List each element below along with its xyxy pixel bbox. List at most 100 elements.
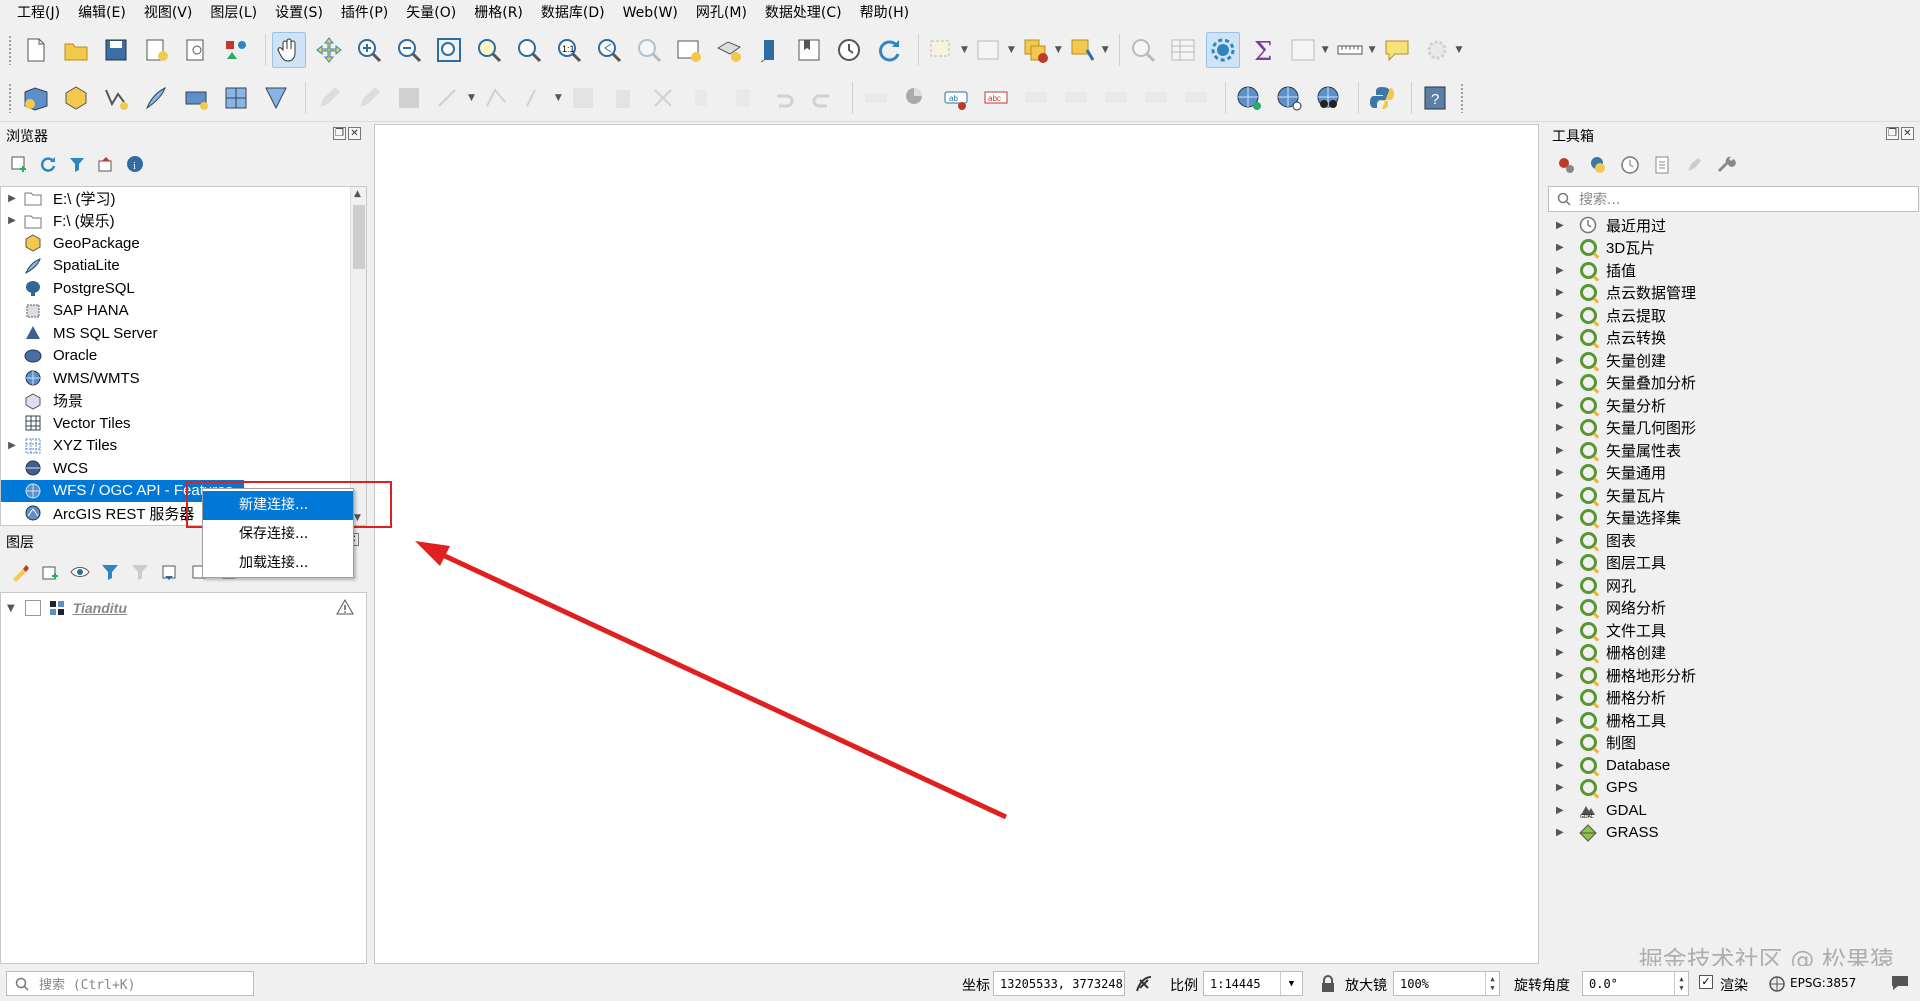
toggle-editing-icon[interactable] [352, 80, 386, 116]
layer-visibility-checkbox[interactable] [24, 600, 41, 616]
toolbox-group[interactable]: ▶ 点云转换 [1548, 327, 1920, 350]
new-spatialite-layer-icon[interactable] [139, 80, 173, 116]
menu-item[interactable]: 插件(P) [332, 0, 397, 26]
zoom-out-icon[interactable] [392, 32, 426, 68]
menu-item[interactable]: 帮助(H) [851, 0, 918, 26]
toolbox-group[interactable]: ▶ 栅格分析 [1548, 687, 1920, 710]
context-menu-item[interactable]: 加载连接... [203, 549, 353, 578]
menu-item[interactable]: 网孔(M) [687, 0, 756, 26]
chevron-down-icon[interactable]: ▼ [1280, 972, 1302, 995]
chevron-down-icon[interactable]: ▼ [1369, 45, 1376, 55]
toolbox-group[interactable]: ▶ GPS [1548, 777, 1920, 800]
new-mesh-layer-icon[interactable] [259, 80, 293, 116]
python-scripts-icon[interactable] [1588, 155, 1608, 175]
render-checkbox[interactable]: ✓ [1699, 975, 1713, 989]
pan-icon[interactable] [272, 32, 306, 68]
new-shapefile-layer-icon[interactable] [99, 80, 133, 116]
edit-table-icon[interactable] [566, 80, 600, 116]
toolbox-group[interactable]: ▶ 矢量创建 [1548, 349, 1920, 372]
help-icon[interactable]: ? [1418, 80, 1452, 116]
redo-icon[interactable] [806, 80, 840, 116]
layer-row[interactable]: ▼ Tianditu [1, 593, 366, 623]
add-selected-layers-icon[interactable] [10, 155, 28, 173]
menu-item[interactable]: 矢量(O) [397, 0, 465, 26]
chevron-down-icon[interactable]: ▼ [1322, 45, 1329, 55]
expand-arrow-icon[interactable]: ▶ [1556, 490, 1570, 501]
highlight-pinned-labels-icon[interactable]: abc [979, 80, 1013, 116]
save-edits-icon[interactable] [392, 80, 426, 116]
refresh-icon[interactable] [872, 32, 906, 68]
toolbox-group[interactable]: ▶ GDAL GDAL [1548, 799, 1920, 822]
expand-arrow-icon[interactable]: ▶ [1556, 467, 1570, 478]
select-value-icon[interactable] [972, 32, 1006, 68]
expand-arrow-icon[interactable]: ▶ [1556, 827, 1570, 838]
copy-icon[interactable] [686, 80, 720, 116]
identify-icon[interactable] [1126, 32, 1160, 68]
browser-item[interactable]: WCS [1, 457, 366, 480]
attribute-table-icon[interactable] [1166, 32, 1200, 68]
expand-arrow-icon[interactable]: ▶ [1556, 287, 1570, 298]
select-location-icon[interactable] [1066, 32, 1100, 68]
filter-expression-icon[interactable] [130, 562, 150, 582]
chevron-down-icon[interactable]: ▼ [468, 93, 475, 103]
toolbox-group[interactable]: ▶ 栅格工具 [1548, 709, 1920, 732]
measure-line-icon[interactable] [1333, 32, 1367, 68]
close-panel-icon[interactable]: ✕ [348, 127, 361, 140]
toolbox-group[interactable]: ▶ 图表 [1548, 529, 1920, 552]
show-hide-labels-icon[interactable] [1059, 80, 1093, 116]
processing-toolbox-icon[interactable] [1205, 32, 1240, 68]
chevron-down-icon[interactable]: ▼ [1456, 45, 1463, 55]
toolbox-group[interactable]: ▶ 矢量瓦片 [1548, 484, 1920, 507]
zoom-full-icon[interactable] [432, 32, 466, 68]
refresh-browser-icon[interactable] [39, 155, 57, 173]
toolbox-group[interactable]: ▶ 矢量分析 [1548, 394, 1920, 417]
toggle-extents-icon[interactable] [1134, 974, 1154, 994]
select-features-icon[interactable] [925, 32, 959, 68]
messages-icon[interactable] [1890, 974, 1910, 992]
add-wcs-layer-icon[interactable] [1272, 80, 1306, 116]
undo-icon[interactable] [766, 80, 800, 116]
float-panel-icon[interactable]: ❐ [333, 127, 346, 140]
zoom-native-icon[interactable]: 1:1 [552, 32, 586, 68]
float-panel-icon[interactable]: ❐ [1886, 127, 1899, 140]
new-map-view-icon[interactable] [672, 32, 706, 68]
expand-arrow-icon[interactable]: ▶ [1556, 692, 1570, 703]
toolbox-group[interactable]: ▶ 矢量选择集 [1548, 507, 1920, 530]
info-icon[interactable]: i [126, 155, 144, 173]
menu-item[interactable]: 设置(S) [266, 0, 332, 26]
add-wms-layer-icon[interactable] [1232, 80, 1266, 116]
layout-manager-icon[interactable] [179, 32, 213, 68]
style-layer-icon[interactable] [10, 562, 30, 582]
data-source-manager-icon[interactable] [19, 80, 53, 116]
toolbox-group[interactable]: ▶ 矢量属性表 [1548, 439, 1920, 462]
results-viewer-icon[interactable] [1652, 155, 1672, 175]
chevron-down-icon[interactable]: ▼ [1055, 45, 1062, 55]
browser-item[interactable]: ▶ F:\ (娱乐) [1, 210, 366, 233]
menu-item[interactable]: 图层(L) [201, 0, 266, 26]
toolbar-grip[interactable] [8, 35, 13, 65]
paste-icon[interactable] [726, 80, 760, 116]
rotate-label-icon[interactable] [1139, 80, 1173, 116]
temporal-controller-icon[interactable] [752, 32, 786, 68]
expand-arrow-icon[interactable]: ▶ [1556, 445, 1570, 456]
toolbox-group[interactable]: ▶ 文件工具 [1548, 619, 1920, 642]
toolbox-group[interactable]: ▶ 网孔 [1548, 574, 1920, 597]
browser-item[interactable]: Oracle [1, 345, 366, 368]
expand-arrow-icon[interactable]: ▶ [1556, 377, 1570, 388]
chevron-down-icon[interactable]: ▼ [961, 45, 968, 55]
toolbox-group[interactable]: ▶ 点云数据管理 [1548, 282, 1920, 305]
spin-buttons[interactable]: ▲ ▼ [1674, 972, 1688, 995]
move-label-icon[interactable] [1099, 80, 1133, 116]
bookmarks-icon[interactable] [792, 32, 826, 68]
new-virtual-layer-icon[interactable] [179, 80, 213, 116]
expand-arrow-icon[interactable]: ▶ [1556, 422, 1570, 433]
expand-arrow-icon[interactable]: ▶ [1556, 512, 1570, 523]
menu-item[interactable]: 数据处理(C) [756, 0, 851, 26]
save-project-icon[interactable] [99, 32, 133, 68]
pin-labels-icon[interactable] [1019, 80, 1053, 116]
expand-arrow-icon[interactable]: ▶ [1556, 625, 1570, 636]
expand-arrow-icon[interactable]: ▶ [1556, 310, 1570, 321]
manage-visibility-icon[interactable] [70, 562, 90, 582]
context-menu-item[interactable]: 保存连接... [203, 520, 353, 549]
browser-item[interactable]: PostgreSQL [1, 277, 366, 300]
